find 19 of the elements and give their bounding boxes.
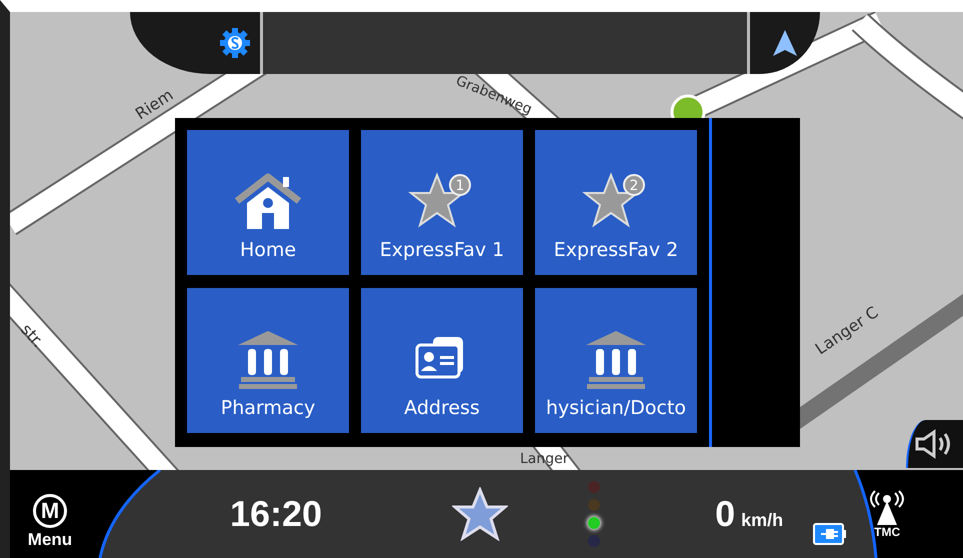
navigation-arrow-icon[interactable] bbox=[771, 28, 799, 58]
menu-tile[interactable]: 1 ExpressFav 1 bbox=[361, 130, 523, 275]
menu-tile[interactable]: Address bbox=[361, 288, 523, 433]
menu-tile[interactable]: Pharmacy bbox=[187, 288, 349, 433]
tmc-label: TMC bbox=[874, 525, 900, 539]
menu-tile[interactable]: Home bbox=[187, 130, 349, 275]
settings-icon[interactable] bbox=[219, 27, 251, 59]
battery-plug-icon bbox=[813, 523, 848, 545]
star-icon[interactable] bbox=[452, 487, 508, 541]
speed-unit: km/h bbox=[741, 510, 784, 531]
menu-tile[interactable]: 2 ExpressFav 2 bbox=[535, 130, 697, 275]
volume-button[interactable] bbox=[906, 420, 963, 468]
menu-tile[interactable]: hysician/Docto bbox=[535, 288, 697, 433]
speed-value: 0 bbox=[715, 493, 736, 535]
house-icon bbox=[233, 171, 303, 231]
number-badge: 1 bbox=[449, 174, 471, 196]
street-label: str. bbox=[17, 320, 48, 352]
clock-time: 16:20 bbox=[230, 493, 322, 535]
number-badge: 2 bbox=[623, 174, 645, 196]
